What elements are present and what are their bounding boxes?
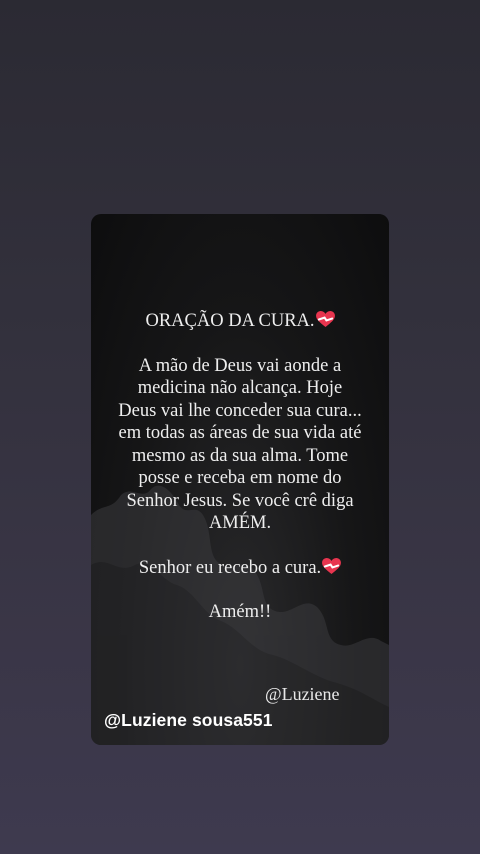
post-body: A mão de Deus vai aonde a medicina não a…: [118, 355, 362, 534]
mending-heart-icon: [315, 311, 335, 328]
username-watermark[interactable]: @Luziene sousa551: [104, 710, 273, 731]
post-content: ORAÇÃO DA CURA. A mão de Deus vai aonde …: [91, 310, 389, 624]
post-amen: Amém!!: [208, 602, 272, 622]
post-title: ORAÇÃO DA CURA.: [145, 311, 315, 331]
post-signature: @Luziene: [265, 684, 340, 704]
post-response-line: Senhor eu recebo a cura.: [91, 557, 389, 580]
post-card: ORAÇÃO DA CURA. A mão de Deus vai aonde …: [91, 214, 389, 745]
mending-heart-icon: [322, 557, 342, 574]
post-title-line: ORAÇÃO DA CURA.: [91, 310, 389, 333]
post-response: Senhor eu recebo a cura.: [138, 557, 322, 578]
